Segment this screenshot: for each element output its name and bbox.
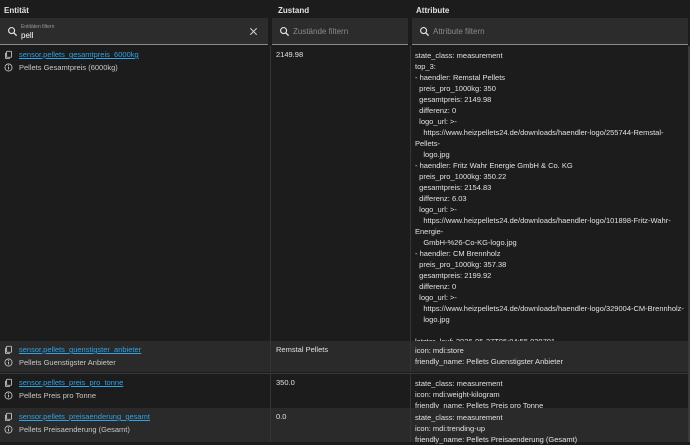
entity-cell: sensor.pellets_guenstigster_anbieter Pel… (0, 341, 270, 372)
entity-filter-input[interactable]: pell (21, 31, 33, 40)
info-icon[interactable] (4, 425, 13, 434)
attributes-filter-input[interactable]: Attribute filtern (433, 27, 485, 36)
table-row: sensor.pellets_guenstigster_anbieter Pel… (0, 341, 690, 372)
attributes-cell: state_class: measurement icon: mdi:trend… (410, 408, 688, 444)
attributes-cell: state_class: measurement top_3: - haendl… (410, 46, 688, 368)
state-filter-field[interactable]: Zustände filtern (272, 18, 408, 45)
entity-id-link[interactable]: sensor.pellets_gesamtpreis_6000kg (19, 50, 139, 59)
info-icon[interactable] (4, 358, 13, 367)
state-cell: 0.0 (270, 408, 410, 442)
state-value: 350.0 (276, 378, 295, 387)
state-value: 2149.98 (276, 50, 304, 59)
entity-friendly-name: Pellets Preis pro Tonne (19, 391, 96, 400)
state-cell: 2149.98 (270, 46, 410, 341)
state-value: 0.0 (276, 412, 287, 421)
attributes-text: state_class: measurement icon: mdi:weigh… (415, 379, 544, 410)
state-cell: 350.0 (270, 374, 410, 408)
attributes-text: state_class: measurement top_3: - haendl… (415, 51, 684, 368)
search-icon (280, 27, 290, 37)
table-row: sensor.pellets_preis_pro_tonne Pellets P… (0, 373, 690, 410)
entity-filter-field[interactable]: Entitäten filtern pell (0, 18, 268, 45)
copy-icon[interactable] (4, 50, 13, 60)
table-row: sensor.pellets_gesamtpreis_6000kg Pellet… (0, 46, 690, 368)
search-icon (8, 27, 18, 37)
entity-friendly-name: Pellets Preisaenderung (Gesamt) (19, 425, 130, 434)
entity-friendly-name: Pellets Guenstigster Anbieter (19, 358, 116, 367)
attributes-cell: icon: mdi:store friendly_name: Pellets G… (410, 341, 688, 372)
column-header-entity[interactable]: Entität (4, 6, 29, 15)
attributes-filter-field[interactable]: Attribute filtern (412, 18, 688, 45)
entity-id-link[interactable]: sensor.pellets_guenstigster_anbieter (19, 345, 141, 354)
attributes-cell: state_class: measurement icon: mdi:weigh… (410, 374, 688, 410)
state-filter-input[interactable]: Zustände filtern (293, 27, 348, 36)
info-icon[interactable] (4, 63, 13, 72)
entity-cell: sensor.pellets_gesamtpreis_6000kg Pellet… (0, 46, 270, 341)
entity-friendly-name: Pellets Gesamtpreis (6000kg) (19, 63, 118, 72)
attributes-text: icon: mdi:store friendly_name: Pellets G… (415, 346, 563, 366)
filter-bar: Entitäten filtern pell Zustände filtern … (0, 18, 690, 45)
copy-icon[interactable] (4, 378, 13, 388)
entity-id-link[interactable]: sensor.pellets_preisaenderung_gesamt (19, 412, 150, 421)
close-icon[interactable] (248, 26, 259, 37)
state-value: Remstal Pellets (276, 345, 329, 354)
copy-icon[interactable] (4, 412, 13, 422)
table-row: sensor.pellets_preisaenderung_gesamt Pel… (0, 408, 690, 444)
entity-id-link[interactable]: sensor.pellets_preis_pro_tonne (19, 378, 123, 387)
entity-cell: sensor.pellets_preis_pro_tonne Pellets P… (0, 374, 270, 408)
entity-filter-label: Entitäten filtern (21, 24, 55, 30)
search-icon (420, 27, 430, 37)
entity-cell: sensor.pellets_preisaenderung_gesamt Pel… (0, 408, 270, 442)
table-header: Entität Zustand Attribute (0, 0, 690, 16)
copy-icon[interactable] (4, 345, 13, 355)
attributes-text: state_class: measurement icon: mdi:trend… (415, 413, 578, 444)
column-header-state[interactable]: Zustand (278, 6, 309, 15)
column-header-attributes[interactable]: Attribute (416, 6, 449, 15)
state-cell: Remstal Pellets (270, 341, 410, 372)
info-icon[interactable] (4, 391, 13, 400)
